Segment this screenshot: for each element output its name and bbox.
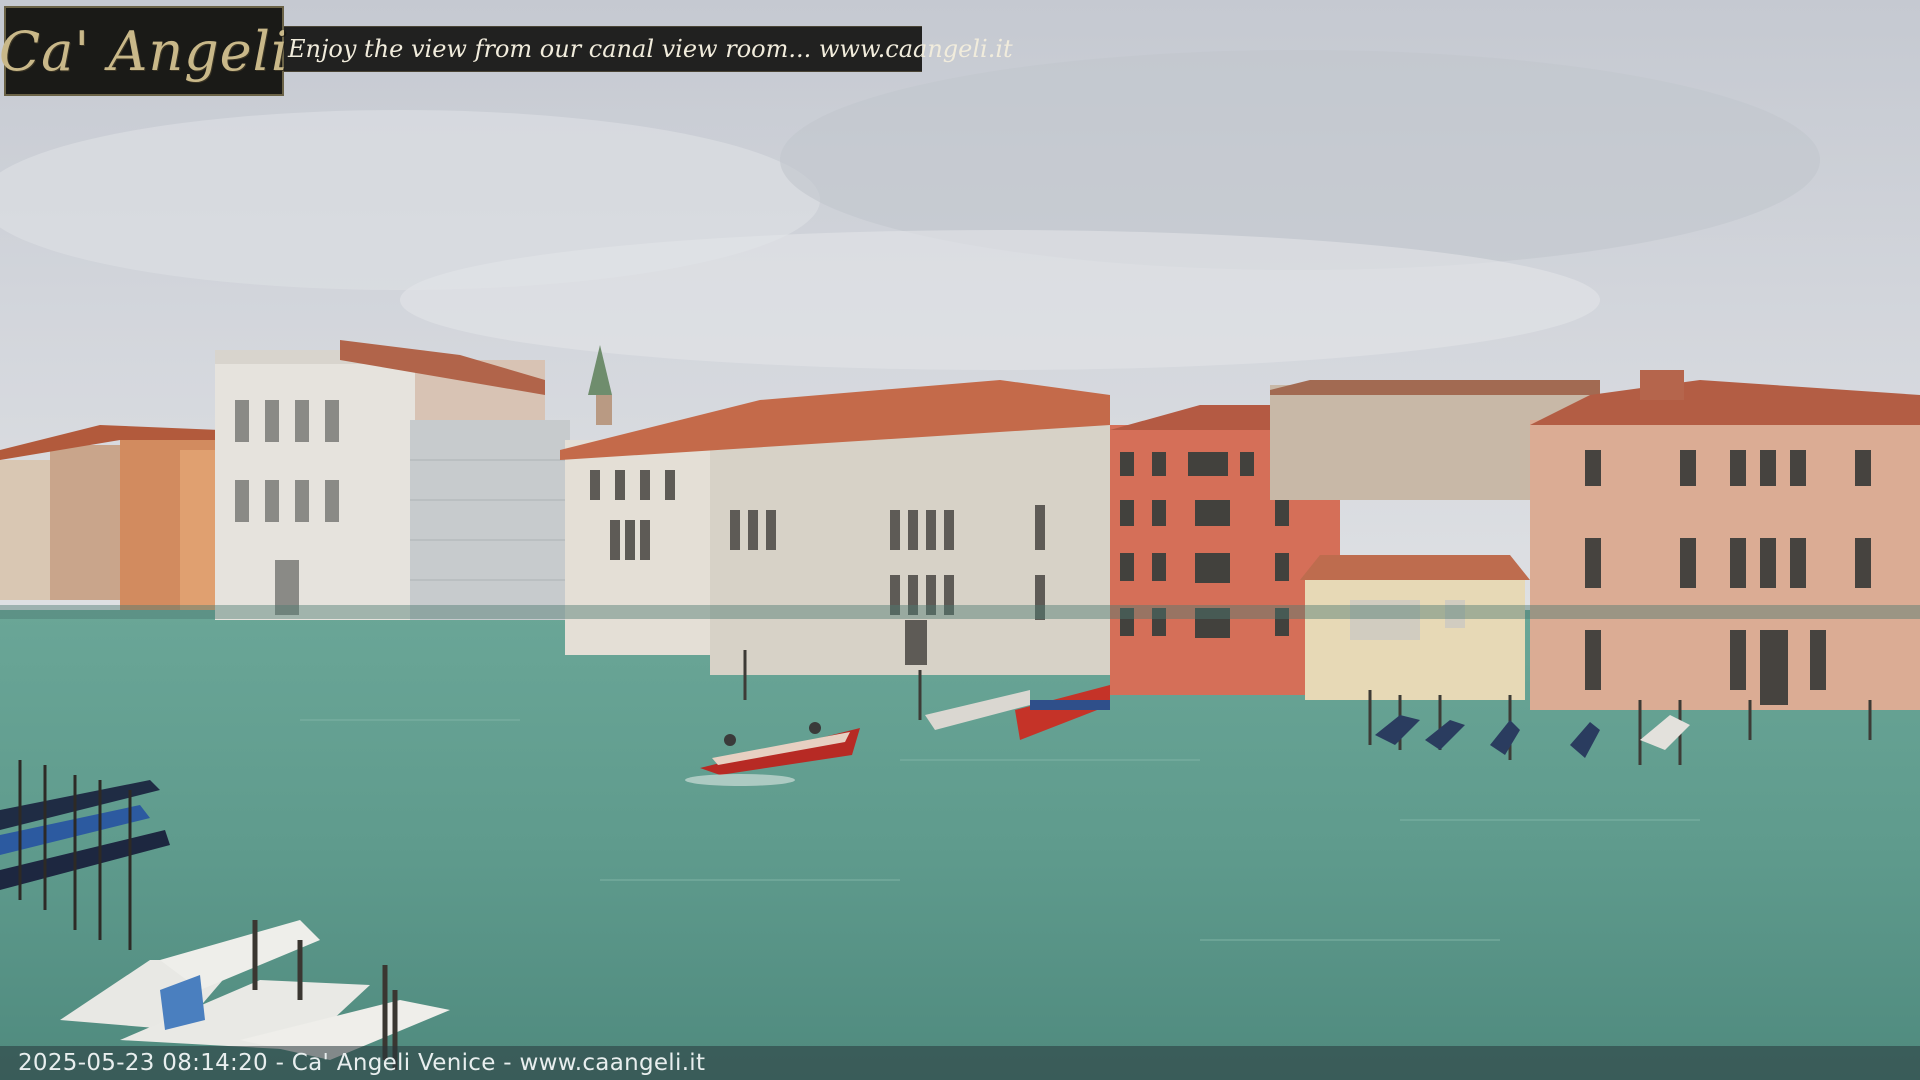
pink-palazzo [1530, 370, 1920, 710]
far-left-buildings [0, 425, 220, 610]
timestamp-caption-bar: 2025-05-23 08:14:20 - Ca' Angeli Venice … [0, 1046, 1920, 1080]
grand-canal-scene [0, 0, 1920, 1080]
cloud [400, 230, 1600, 370]
timestamp-caption: 2025-05-23 08:14:20 - Ca' Angeli Venice … [18, 1050, 706, 1076]
tagline-banner: Enjoy the view from our canal view room.… [284, 26, 1013, 72]
yellow-building [1300, 555, 1530, 700]
webcam-frame: Ca' Angeli Enjoy the view from our canal… [0, 0, 1920, 1080]
caangeli-logo: Ca' Angeli [0, 6, 288, 96]
waterline [0, 605, 1920, 619]
tagline-text: Enjoy the view from our canal view room.… [288, 35, 1013, 63]
logo-text: Ca' Angeli [0, 19, 290, 83]
